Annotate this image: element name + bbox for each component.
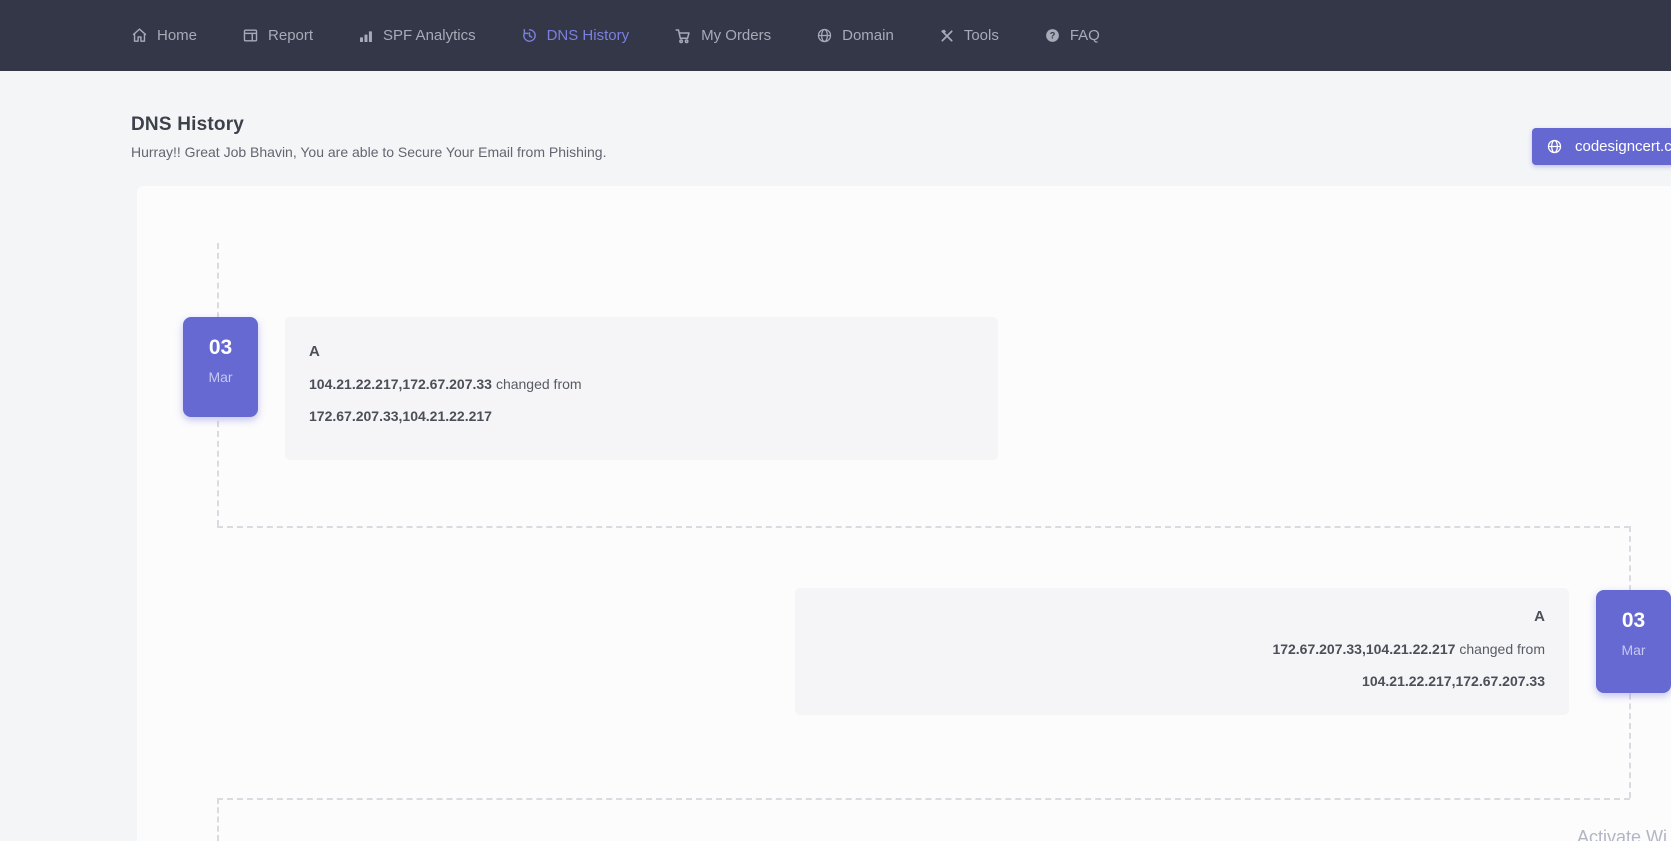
badge-month: Mar [183, 369, 258, 385]
globe-icon [1546, 138, 1563, 155]
page-subtitle: Hurray!! Great Job Bhavin, You are able … [131, 144, 607, 160]
nav-item-label: FAQ [1070, 27, 1100, 44]
new-value: 172.67.207.33,104.21.22.217 [1272, 641, 1455, 657]
badge-month: Mar [1596, 642, 1671, 658]
event-old-line: 172.67.207.33,104.21.22.217 [309, 408, 974, 424]
nav-item-spf-analytics[interactable]: SPF Analytics [358, 27, 476, 44]
question-icon: ? [1044, 27, 1061, 44]
domain-button-label: codesigncert.co [1575, 138, 1671, 155]
nav-item-faq[interactable]: ? FAQ [1044, 27, 1100, 44]
timeline-connector [217, 526, 1630, 528]
report-icon [242, 27, 259, 44]
dns-history-panel [137, 186, 1671, 841]
nav-item-home[interactable]: Home [131, 27, 197, 44]
top-navbar: Home Report SPF Analytics DNS History My… [0, 0, 1671, 71]
history-icon [521, 27, 538, 44]
event-change-line: 104.21.22.217,172.67.207.33changed from [309, 376, 974, 392]
dns-event-card: A 172.67.207.33,104.21.22.217changed fro… [795, 588, 1569, 715]
nav-item-domain[interactable]: Domain [816, 27, 894, 44]
globe-icon [816, 27, 833, 44]
nav-item-label: Report [268, 27, 313, 44]
page-title: DNS History [131, 114, 244, 136]
badge-day: 03 [1596, 609, 1671, 633]
record-type: A [309, 343, 974, 360]
badge-day: 03 [183, 336, 258, 360]
old-value: 104.21.22.217,172.67.207.33 [1362, 673, 1545, 689]
nav-item-label: SPF Analytics [383, 27, 476, 44]
record-type: A [819, 608, 1545, 625]
activate-windows-watermark: Activate Wi [1577, 827, 1667, 841]
event-old-line: 104.21.22.217,172.67.207.33 [819, 673, 1545, 689]
old-value: 172.67.207.33,104.21.22.217 [309, 408, 492, 424]
domain-selector-button[interactable]: codesigncert.co [1532, 128, 1671, 165]
change-text: changed from [496, 376, 582, 392]
tools-icon [939, 28, 955, 44]
nav-item-label: DNS History [547, 27, 630, 44]
dns-event-card: A 104.21.22.217,172.67.207.33changed fro… [285, 317, 998, 460]
nav-item-label: Domain [842, 27, 894, 44]
cart-icon [674, 27, 692, 45]
timeline-connector [217, 798, 219, 841]
nav-item-label: Tools [964, 27, 999, 44]
event-change-line: 172.67.207.33,104.21.22.217changed from [819, 641, 1545, 657]
change-text: changed from [1459, 641, 1545, 657]
new-value: 104.21.22.217,172.67.207.33 [309, 376, 492, 392]
svg-text:?: ? [1050, 31, 1056, 41]
nav-item-label: Home [157, 27, 197, 44]
nav-item-report[interactable]: Report [242, 27, 313, 44]
timeline-connector [217, 798, 1630, 800]
nav-item-my-orders[interactable]: My Orders [674, 27, 771, 45]
nav-item-label: My Orders [701, 27, 771, 44]
home-icon [131, 27, 148, 44]
date-badge: 03 Mar [183, 317, 258, 417]
date-badge: 03 Mar [1596, 590, 1671, 693]
nav-item-tools[interactable]: Tools [939, 27, 999, 44]
nav-item-dns-history[interactable]: DNS History [521, 27, 630, 44]
analytics-icon [358, 28, 374, 44]
